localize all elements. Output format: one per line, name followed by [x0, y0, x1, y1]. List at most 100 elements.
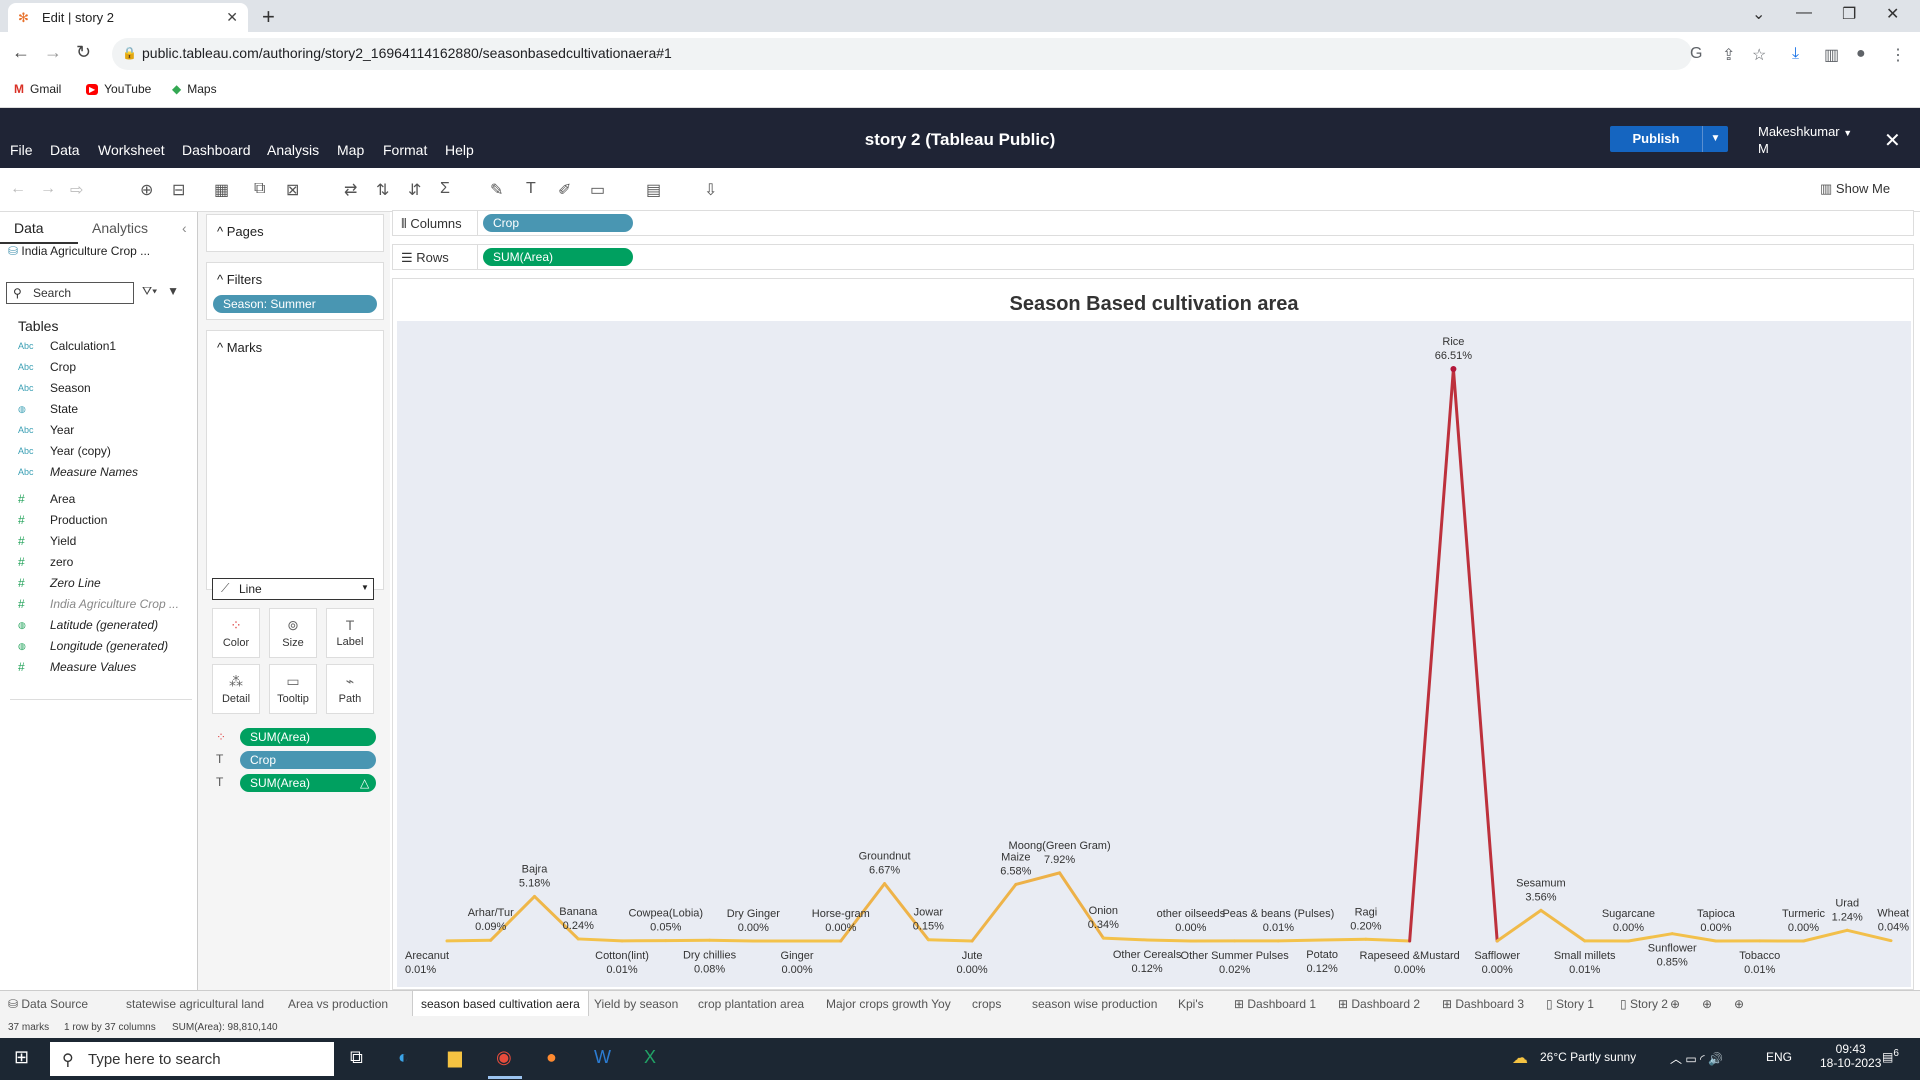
clear-sheet-icon[interactable]: ⊠ [286, 180, 299, 200]
firefox-icon[interactable]: ● [546, 1047, 557, 1068]
pause-updates-icon[interactable]: ⊟ [172, 180, 185, 200]
marks-detail-button[interactable]: ⁂ Detail [212, 664, 260, 714]
plot-area[interactable]: Arecanut 0.01% Arhar/Tur 0.09% Bajra 5.18% Ban… [397, 321, 1911, 987]
datasource-name[interactable]: ⛁ India Agriculture Crop ... [8, 244, 150, 258]
sheet-tab[interactable]: ▯ Story 2 [1620, 997, 1668, 1011]
bookmark-gmail[interactable]: M Gmail [14, 82, 61, 96]
language-indicator[interactable]: ENG [1766, 1050, 1792, 1064]
field-item[interactable]: ◍ Longitude (generated) [18, 636, 194, 656]
close-window-icon[interactable]: ✕ [1886, 4, 1899, 24]
sheet-tab[interactable]: ⊞ Dashboard 2 [1338, 997, 1420, 1011]
close-editor-icon[interactable]: ✕ [1884, 128, 1901, 153]
weather-text[interactable]: 26°C Partly sunny [1540, 1050, 1636, 1064]
close-tab-icon[interactable]: ✕ [226, 9, 238, 26]
sheet-tab[interactable]: ⊞ Dashboard 3 [1442, 997, 1524, 1011]
sheet-tab[interactable]: Area vs production [288, 997, 388, 1011]
sheet-tab[interactable]: ⛁ Data Source [8, 997, 88, 1011]
field-item[interactable]: Abc Crop [18, 357, 194, 377]
bookmark-youtube[interactable]: ▶ YouTube [86, 82, 151, 96]
edge-icon[interactable]: ◐ [398, 1047, 409, 1068]
field-item[interactable]: # Production [18, 510, 194, 530]
sort-descending-icon[interactable]: ⇵ [408, 180, 421, 200]
show-labels-icon[interactable]: T [526, 180, 536, 198]
field-item[interactable]: # Area [18, 489, 194, 509]
line-segment[interactable] [1364, 937, 1412, 943]
field-item[interactable]: Abc Measure Names [18, 462, 194, 482]
line-segment[interactable] [970, 882, 1018, 943]
line-segment[interactable] [1626, 932, 1674, 943]
line-segment[interactable] [1276, 938, 1324, 943]
url-input[interactable]: 🔒 public.tableau.com/authoring/story2_16… [112, 38, 1692, 70]
taskbar-search-input[interactable]: ⚲ Type here to search [50, 1042, 334, 1076]
word-icon[interactable]: W [594, 1047, 611, 1068]
sheet-tab[interactable]: statewise agricultural land [126, 997, 264, 1011]
marks-pill-sum-area-label[interactable]: SUM(Area) △ [240, 774, 376, 792]
new-worksheet-icon[interactable]: ▦ [214, 180, 229, 200]
show-me-button[interactable]: ▥ Show Me [1820, 181, 1890, 197]
tab-search-icon[interactable]: ⌄ [1752, 4, 1765, 24]
field-item[interactable]: Abc Calculation1 [18, 336, 194, 356]
line-segment[interactable] [1451, 367, 1499, 943]
bookmark-maps[interactable]: ◆ Maps [172, 82, 217, 96]
new-tab-icon[interactable]: + [262, 4, 275, 30]
google-icon[interactable]: G [1690, 45, 1702, 63]
browser-tab[interactable]: ✻ Edit | story 2 ✕ [8, 3, 248, 32]
marks-color-button[interactable]: ⁘ Color [212, 608, 260, 658]
line-segment[interactable] [1320, 937, 1368, 942]
data-point[interactable] [1450, 366, 1457, 372]
new-worksheet-tab-icon[interactable]: ⊕ [1670, 997, 1680, 1011]
field-item[interactable]: # zero [18, 552, 194, 572]
line-segment[interactable] [1539, 908, 1587, 943]
back-icon[interactable]: ← [12, 42, 30, 63]
line-segment[interactable] [1495, 908, 1543, 943]
redo-icon[interactable]: → [40, 180, 56, 198]
line-segment[interactable] [708, 938, 755, 943]
bookmark-star-icon[interactable]: ☆ [1752, 45, 1766, 65]
marks-label-button[interactable]: T Label [326, 608, 374, 658]
forward-icon[interactable]: → [44, 42, 62, 63]
profile-icon[interactable]: ● [1856, 45, 1866, 63]
minimize-icon[interactable]: — [1796, 4, 1812, 22]
sheet-tab[interactable]: season wise production [1032, 997, 1157, 1011]
swap-icon[interactable]: ⇄ [344, 180, 357, 200]
filters-card[interactable]: ^ Filters Season: Summer [206, 262, 384, 320]
field-item[interactable]: Abc Season [18, 378, 194, 398]
highlight-icon[interactable]: ✎ [490, 180, 503, 200]
rows-shelf[interactable]: ☰ Rows SUM(Area) [392, 244, 1914, 270]
sheet-tab[interactable]: Kpi's [1178, 997, 1204, 1011]
sheet-tab[interactable]: ⊞ Dashboard 1 [1234, 997, 1316, 1011]
download-icon[interactable]: ⤓ [1792, 45, 1799, 63]
replay-icon[interactable]: ⇨ [70, 180, 83, 200]
field-item[interactable]: Abc Year (copy) [18, 441, 194, 461]
share-icon[interactable]: ⇪ [1722, 45, 1735, 65]
line-segment[interactable] [1101, 936, 1149, 942]
excel-icon[interactable]: X [644, 1047, 656, 1068]
present-icon[interactable]: ▤ [646, 180, 661, 200]
line-segment[interactable] [576, 937, 624, 943]
marks-path-button[interactable]: ⌁ Path [326, 664, 374, 714]
new-datasource-icon[interactable]: ⊕ [140, 180, 153, 200]
sheet-tab[interactable]: crop plantation area [698, 997, 804, 1011]
sheet-tab[interactable]: Yield by season [594, 997, 678, 1011]
totals-icon[interactable]: Σ [440, 180, 450, 198]
duplicate-sheet-icon[interactable]: ⧉ [254, 180, 265, 198]
search-input[interactable]: ⚲ Search [6, 282, 134, 304]
sheet-tab[interactable]: season based cultivation aera [412, 991, 589, 1017]
file-explorer-icon[interactable]: ▆ [448, 1047, 462, 1068]
mark-type-select[interactable]: ⟋ Line ▼ [212, 578, 374, 600]
columns-shelf[interactable]: ⦀ Columns Crop [392, 210, 1914, 236]
field-item[interactable]: # Yield [18, 531, 194, 551]
field-item[interactable]: ◍ Latitude (generated) [18, 615, 194, 635]
tab-analytics[interactable]: Analytics [92, 220, 148, 236]
line-segment[interactable] [445, 938, 493, 943]
rows-pill-sum-area[interactable]: SUM(Area) [483, 248, 633, 266]
field-item[interactable]: # Zero Line [18, 573, 194, 593]
line-chart[interactable]: Arecanut 0.01% Arhar/Tur 0.09% Bajra 5.18% Ban… [397, 321, 1911, 987]
collapse-pane-icon[interactable]: ‹ [182, 220, 187, 236]
filter-fields-icon[interactable]: ⛛▾ ▼ [142, 284, 179, 299]
field-item[interactable]: Abc Year [18, 420, 194, 440]
field-item[interactable]: # Measure Values [18, 657, 194, 677]
sheet-tab[interactable]: crops [972, 997, 1001, 1011]
field-item[interactable]: ◍ State [18, 399, 194, 419]
sort-ascending-icon[interactable]: ⇅ [376, 180, 389, 200]
